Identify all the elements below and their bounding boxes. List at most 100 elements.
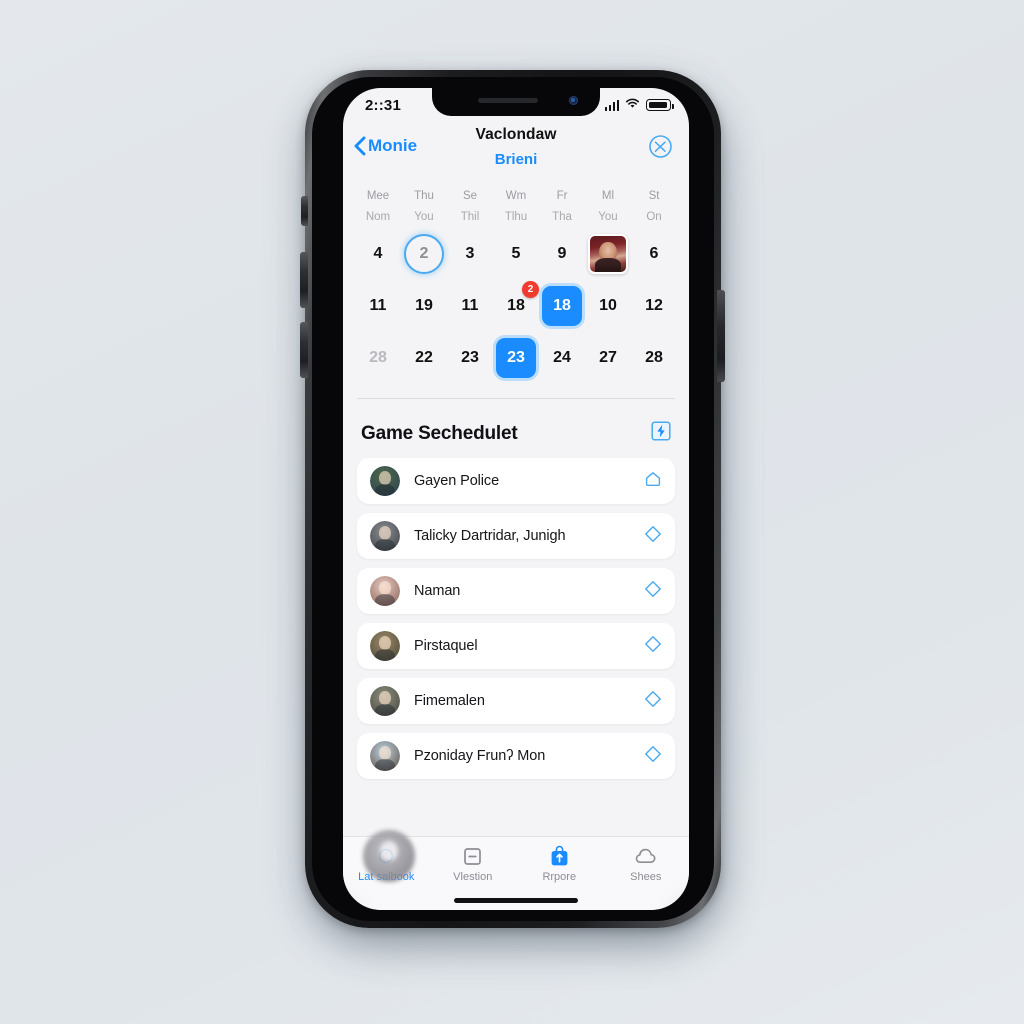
power-button[interactable] bbox=[717, 290, 725, 382]
calendar-weekday-label: Se bbox=[462, 190, 478, 202]
calendar-day-label: 12 bbox=[645, 297, 663, 314]
back-button[interactable]: Monie bbox=[353, 128, 417, 156]
list-item[interactable]: Pzoniday Frunʔ Mon bbox=[357, 733, 675, 779]
calendar-day[interactable]: 28 bbox=[358, 338, 398, 378]
calendar-day-cell: 22 bbox=[401, 332, 447, 384]
lightning-bolt-square-button[interactable] bbox=[651, 421, 671, 446]
calendar-day-label: 19 bbox=[415, 297, 433, 314]
lightning-bolt-square-icon bbox=[651, 421, 671, 445]
calendar-day-label: 11 bbox=[369, 297, 387, 314]
list-item[interactable]: Fimemalen bbox=[357, 678, 675, 724]
tab-label: Shees bbox=[630, 871, 662, 883]
chevron-left-icon bbox=[353, 136, 366, 156]
calendar-day-selected[interactable]: 18 bbox=[542, 286, 582, 326]
volume-down-button[interactable] bbox=[300, 322, 308, 378]
calendar-day-cell: 23 bbox=[447, 332, 493, 384]
avatar bbox=[370, 576, 400, 606]
wifi-icon bbox=[625, 96, 640, 114]
calendar-day[interactable]: 9 bbox=[542, 234, 582, 274]
calendar-day[interactable]: 22 bbox=[404, 338, 444, 378]
circle-cross-icon-button[interactable] bbox=[648, 128, 673, 164]
calendar-weekday-sublabel: Tlhu bbox=[504, 211, 528, 223]
list-item[interactable]: Talicky Dartridar, Junigh bbox=[357, 513, 675, 559]
calendar-day-label: 23 bbox=[461, 349, 479, 366]
calendar-week-row: 11 19 11 18 2 18 10 12 bbox=[355, 280, 677, 332]
calendar-day[interactable]: 19 bbox=[404, 286, 444, 326]
calendar-day-cell: 3 bbox=[447, 228, 493, 280]
diamond-outline-icon[interactable] bbox=[644, 525, 662, 548]
calendar-day-label: 28 bbox=[369, 349, 387, 366]
battery-icon bbox=[646, 99, 674, 111]
calendar-day-label: 23 bbox=[507, 349, 525, 366]
calendar-weeks: 4 2 3 5 9 6 11 19 11 18 2 18 10 12 28 22 23 23 24 27 28 bbox=[355, 228, 677, 384]
calendar-day-label: 28 bbox=[645, 349, 663, 366]
home-outline-icon[interactable] bbox=[644, 470, 662, 493]
calendar-day-cell bbox=[585, 228, 631, 280]
device-stage: 2::31 Monie Vaclondaw Brieni Mee Thu Se … bbox=[0, 0, 1024, 1024]
calendar-day[interactable]: 10 bbox=[588, 286, 628, 326]
player-list: Gayen Police Talicky Dartridar, Junigh Nam… bbox=[343, 458, 689, 779]
list-item-label: Naman bbox=[414, 583, 461, 599]
bag-upload-icon bbox=[549, 845, 570, 867]
silent-switch-button[interactable] bbox=[301, 196, 308, 226]
avatar bbox=[370, 741, 400, 771]
calendar-day[interactable]: 18 2 bbox=[496, 281, 539, 326]
calendar-weekday-label: Fr bbox=[556, 190, 568, 202]
calendar-day-photo[interactable] bbox=[588, 234, 628, 274]
calendar-weekday-label: Mee bbox=[366, 190, 390, 202]
diamond-outline-icon[interactable] bbox=[644, 745, 662, 768]
front-camera-icon bbox=[569, 96, 578, 105]
avatar bbox=[370, 521, 400, 551]
notification-badge: 2 bbox=[522, 281, 539, 298]
calendar-day[interactable]: 11 bbox=[450, 286, 490, 326]
earpiece-speaker bbox=[478, 98, 538, 103]
diamond-outline-icon[interactable] bbox=[644, 635, 662, 658]
calendar-day-label: 4 bbox=[373, 245, 383, 262]
calendar-day-selected[interactable]: 23 bbox=[496, 338, 536, 378]
calendar-weekday-sublabel: Thil bbox=[460, 211, 480, 223]
tab-rrpore[interactable]: Rrpore bbox=[516, 845, 603, 883]
nav-bar: Monie Vaclondaw Brieni bbox=[343, 122, 689, 182]
calendar-day[interactable]: 6 bbox=[634, 234, 674, 274]
calendar-day-cell: 4 bbox=[355, 228, 401, 280]
calendar-day[interactable]: 23 bbox=[450, 338, 490, 378]
volume-up-button[interactable] bbox=[300, 252, 308, 308]
diamond-outline-icon[interactable] bbox=[644, 580, 662, 603]
avatar bbox=[370, 686, 400, 716]
calendar-day-label: 22 bbox=[415, 349, 433, 366]
tab-shees[interactable]: Shees bbox=[603, 845, 690, 883]
calendar-day[interactable]: 12 bbox=[634, 286, 674, 326]
calendar-day[interactable]: 27 bbox=[588, 338, 628, 378]
calendar: Mee Thu Se Wm Fr Ml St Nom You Thil Tlhu Tha You On … bbox=[343, 182, 689, 384]
calendar-day[interactable]: 4 bbox=[358, 234, 398, 274]
calendar-day[interactable]: 11 bbox=[358, 286, 398, 326]
calendar-day-cell: 27 bbox=[585, 332, 631, 384]
list-item[interactable]: Gayen Police bbox=[357, 458, 675, 504]
calendar-day[interactable]: 3 bbox=[450, 234, 490, 274]
calendar-day-label: 6 bbox=[649, 245, 659, 262]
calendar-day-label: 27 bbox=[599, 349, 617, 366]
home-indicator[interactable] bbox=[454, 898, 578, 903]
list-item[interactable]: Naman bbox=[357, 568, 675, 614]
diamond-outline-icon[interactable] bbox=[644, 690, 662, 713]
cellular-signal-icon bbox=[604, 99, 619, 111]
cloud-icon bbox=[634, 845, 657, 867]
calendar-day-cell: 19 bbox=[401, 280, 447, 332]
status-time: 2::31 bbox=[365, 96, 402, 114]
calendar-day[interactable]: 28 bbox=[634, 338, 674, 378]
calendar-day-cell: 28 bbox=[355, 332, 401, 384]
calendar-weekday-sublabel: You bbox=[414, 211, 434, 223]
list-item-label: Gayen Police bbox=[414, 473, 500, 489]
calendar-day-cell: 2 bbox=[401, 228, 447, 280]
minus-square-icon bbox=[462, 845, 483, 867]
calendar-day-cell: 10 bbox=[585, 280, 631, 332]
calendar-day-cell: 18 2 bbox=[493, 280, 539, 332]
calendar-day[interactable]: 5 bbox=[496, 234, 536, 274]
calendar-day-cell: 18 bbox=[539, 280, 585, 332]
list-item[interactable]: Pirstaquel bbox=[357, 623, 675, 669]
calendar-day-today[interactable]: 2 bbox=[404, 234, 444, 274]
calendar-day-cell: 6 bbox=[631, 228, 677, 280]
tab-vlestion[interactable]: Vlestion bbox=[430, 845, 517, 883]
calendar-day-cell: 5 bbox=[493, 228, 539, 280]
calendar-day[interactable]: 24 bbox=[542, 338, 582, 378]
